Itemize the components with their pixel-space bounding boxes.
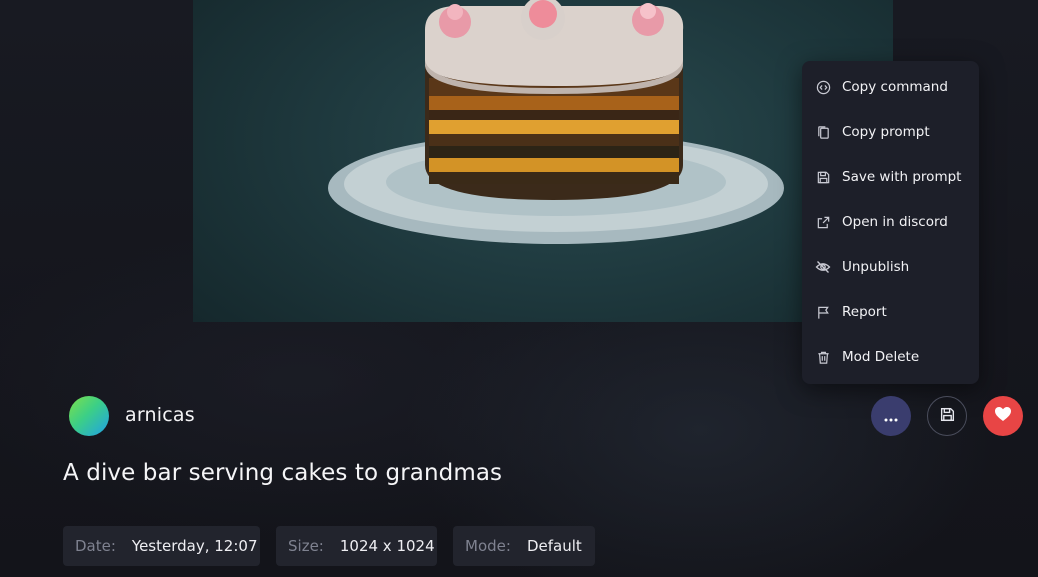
prompt-title: A dive bar serving cakes to grandmas — [63, 460, 503, 486]
menu-item-copy-prompt[interactable]: Copy prompt — [802, 112, 979, 152]
eye-off-icon — [815, 259, 831, 275]
author-name[interactable]: arnicas — [125, 404, 195, 426]
menu-item-label: Copy prompt — [842, 124, 930, 140]
menu-item-label: Mod Delete — [842, 349, 920, 365]
mode-label: Mode: — [465, 537, 511, 555]
copy-icon — [815, 124, 831, 140]
save-button[interactable] — [927, 396, 967, 436]
avatar[interactable] — [69, 396, 109, 436]
generated-image[interactable] — [193, 0, 893, 322]
code-icon — [815, 79, 831, 95]
flag-icon — [815, 304, 831, 320]
floppy-disk-icon — [815, 169, 831, 185]
more-horizontal-icon — [884, 407, 898, 426]
menu-item-label: Unpublish — [842, 259, 910, 275]
menu-item-label: Save with prompt — [842, 169, 962, 185]
menu-item-save-with-prompt[interactable]: Save with prompt — [802, 157, 979, 197]
menu-item-label: Report — [842, 304, 887, 320]
external-link-icon — [815, 214, 831, 230]
mode-chip: Mode: Default — [453, 526, 595, 566]
date-value: Yesterday, 12:07 — [131, 537, 258, 555]
like-button[interactable] — [983, 396, 1023, 436]
date-label: Date: — [75, 537, 116, 555]
floppy-disk-icon — [939, 406, 956, 427]
size-chip: Size: 1024 x 1024 — [276, 526, 437, 566]
menu-item-copy-command[interactable]: Copy command — [802, 67, 979, 107]
menu-item-mod-delete[interactable]: Mod Delete — [802, 337, 979, 377]
menu-item-report[interactable]: Report — [802, 292, 979, 332]
more-options-button[interactable] — [871, 396, 911, 436]
size-label: Size: — [288, 537, 324, 555]
menu-item-label: Copy command — [842, 79, 948, 95]
size-value: 1024 x 1024 — [339, 537, 435, 555]
more-options-menu: Copy command Copy prompt Save with promp… — [802, 61, 979, 384]
menu-item-unpublish[interactable]: Unpublish — [802, 247, 979, 287]
mode-value: Default — [526, 537, 582, 555]
menu-item-open-in-discord[interactable]: Open in discord — [802, 202, 979, 242]
menu-item-label: Open in discord — [842, 214, 948, 230]
trash-icon — [815, 349, 831, 365]
cake-illustration — [328, 0, 784, 244]
heart-icon — [994, 406, 1012, 426]
date-chip: Date: Yesterday, 12:07 — [63, 526, 260, 566]
